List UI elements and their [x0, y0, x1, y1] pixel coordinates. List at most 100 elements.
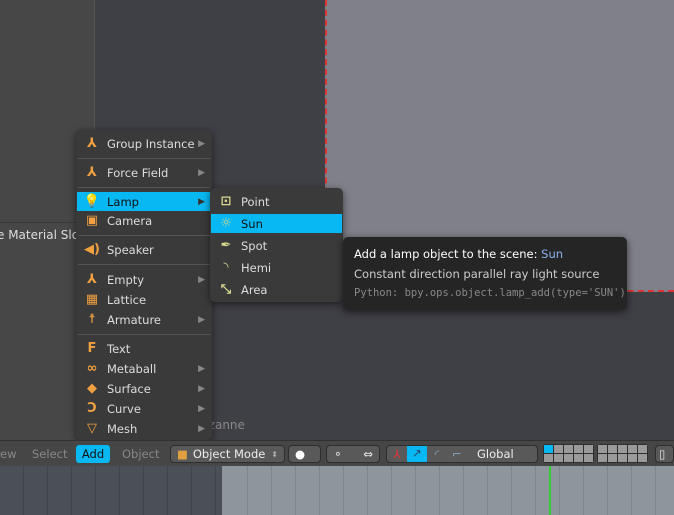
menu-item-lattice[interactable]: ▦ Lattice: [77, 290, 211, 309]
tooltip-python: Python: bpy.ops.object.lamp_add(type='SU…: [354, 287, 626, 299]
menu-separator: [78, 235, 210, 236]
menu-item-speaker[interactable]: ◀) Speaker: [77, 240, 211, 259]
timeline-out-of-range: [0, 466, 222, 515]
manipulator-group[interactable]: ⅄ ↗ ◜ ⌐ Global: [386, 445, 538, 463]
manipulator-axes-icon: ⅄: [393, 447, 401, 461]
menu-item-lamp[interactable]: 💡 Lamp ▶: [77, 192, 211, 211]
pivot-point-dropdown[interactable]: ⚬ ⇔: [326, 445, 380, 463]
mode-dropdown[interactable]: ■ Object Mode ⬍: [170, 445, 285, 463]
text-icon: F: [87, 341, 97, 356]
area-lamp-icon: ⤡: [220, 282, 232, 297]
speaker-icon: ◀): [84, 242, 100, 257]
menu-item-curve[interactable]: Ↄ Curve ▶: [77, 399, 211, 418]
tooltip-value: Sun: [541, 247, 564, 261]
menu-item-force-field[interactable]: ⅄ Force Field ▶: [77, 163, 211, 182]
curve-icon: Ↄ: [87, 401, 97, 416]
spot-lamp-icon: ✒: [220, 238, 232, 253]
submenu-arrow-icon: ▶: [198, 383, 205, 394]
timeline[interactable]: [0, 466, 674, 515]
solid-sphere-icon: ●: [295, 447, 306, 461]
menu-item-mesh[interactable]: ▽ Mesh ▶: [77, 419, 211, 438]
hemi-lamp-icon: ◝: [223, 260, 229, 275]
menu-separator: [78, 334, 210, 335]
menu-item-label: Point: [241, 194, 270, 209]
translate-icon[interactable]: ↗: [407, 446, 427, 462]
menu-item-label: Area: [241, 282, 268, 297]
menu-item-spot[interactable]: ✒ Spot: [211, 236, 342, 255]
menu-item-label: Speaker: [107, 242, 154, 257]
menu-item-label: Armature: [107, 312, 161, 327]
menu-item-armature[interactable]: ☨ Armature ▶: [77, 310, 211, 329]
menu-item-label: Sun: [241, 216, 263, 231]
submenu-arrow-icon: ▶: [198, 138, 205, 149]
empty-axes-icon: ⅄: [87, 272, 97, 287]
menu-separator: [78, 158, 210, 159]
empty-axes-icon: ⅄: [87, 165, 97, 180]
menu-item-surface[interactable]: ◆ Surface ▶: [77, 379, 211, 398]
submenu-arrow-icon: ▶: [198, 274, 205, 285]
menu-item-area[interactable]: ⤡ Area: [211, 280, 342, 299]
menu-item-label: Lamp: [107, 194, 139, 209]
tooltip-title: Add a lamp object to the scene: Sun: [354, 247, 564, 261]
menu-item-hemi[interactable]: ◝ Hemi: [211, 258, 342, 277]
menu-item-sun[interactable]: ☼ Sun: [211, 214, 342, 233]
metaball-icon: ∞: [86, 361, 98, 376]
pivot-icon: ⚬: [333, 447, 343, 461]
object-menu[interactable]: Object: [122, 445, 159, 463]
menu-item-group-instance[interactable]: ⅄ Group Instance ▶: [77, 134, 211, 153]
cube-icon: ■: [177, 447, 188, 461]
surface-icon: ◆: [87, 381, 97, 396]
menu-item-label: Camera: [107, 213, 153, 228]
rotate-icon[interactable]: ◜: [427, 447, 447, 461]
menu-item-label: Force Field: [107, 165, 169, 180]
menu-item-metaball[interactable]: ∞ Metaball ▶: [77, 359, 211, 378]
snap-arrows-icon: ⇔: [363, 447, 373, 461]
orientation-dropdown[interactable]: Global: [477, 447, 514, 461]
menu-item-point[interactable]: ⊡ Point: [211, 192, 342, 211]
menu-item-label: Group Instance: [107, 136, 195, 151]
submenu-arrow-icon: ▶: [198, 167, 205, 178]
tooltip: Add a lamp object to the scene: Sun Cons…: [343, 237, 627, 310]
scene-layers-1[interactable]: [543, 444, 594, 463]
lock-camera-icon[interactable]: ▯: [655, 445, 674, 463]
lattice-icon: ▦: [85, 292, 99, 307]
menu-separator: [78, 264, 210, 265]
submenu-arrow-icon: ▶: [198, 196, 205, 207]
add-menu: ⅄ Group Instance ▶ ⅄ Force Field ▶ 💡 Lamp ▶ ▣ Came…: [76, 130, 212, 440]
menu-item-label: Hemi: [241, 260, 272, 275]
menu-item-text[interactable]: F Text: [77, 339, 211, 358]
submenu-arrow-icon: ▶: [198, 314, 205, 325]
scale-icon[interactable]: ⌐: [447, 447, 467, 461]
menu-item-label: Text: [107, 341, 131, 356]
submenu-arrow-icon: ▶: [198, 363, 205, 374]
scene-layers-2[interactable]: [597, 444, 648, 463]
viewport-shading-dropdown[interactable]: ●: [288, 445, 321, 463]
menu-item-label: Curve: [107, 401, 141, 416]
select-menu[interactable]: Select: [32, 445, 67, 463]
menu-item-camera[interactable]: ▣ Camera: [77, 211, 211, 230]
current-frame-marker[interactable]: [549, 466, 551, 515]
menu-item-label: Metaball: [107, 361, 157, 376]
menu-separator: [78, 187, 210, 188]
menu-item-label: Surface: [107, 381, 151, 396]
add-menu-button[interactable]: Add: [76, 445, 110, 463]
tooltip-description: Constant direction parallel ray light so…: [354, 267, 600, 281]
menu-item-label: Spot: [241, 238, 268, 253]
camera-icon: ▣: [85, 213, 99, 228]
submenu-arrow-icon: ▶: [198, 403, 205, 414]
view-menu[interactable]: ew: [0, 445, 16, 463]
empty-axes-icon: ⅄: [87, 136, 97, 151]
updown-icon: ⬍: [271, 449, 278, 459]
point-lamp-icon: ⊡: [220, 194, 232, 209]
armature-icon: ☨: [88, 312, 96, 327]
menu-item-empty[interactable]: ⅄ Empty ▶: [77, 270, 211, 289]
submenu-arrow-icon: ▶: [198, 423, 205, 434]
sun-lamp-icon: ☼: [220, 216, 232, 231]
timeline-frame-range: [224, 466, 674, 515]
view3d-header: ew Select Add Object ■ Object Mode ⬍ ● ⚬ ⇔ …: [0, 440, 674, 466]
menu-item-label: Empty: [107, 272, 145, 287]
lamp-bulb-icon: 💡: [83, 194, 101, 209]
mesh-icon: ▽: [87, 421, 97, 436]
menu-item-label: Lattice: [107, 292, 147, 307]
menu-item-label: Mesh: [107, 421, 138, 436]
